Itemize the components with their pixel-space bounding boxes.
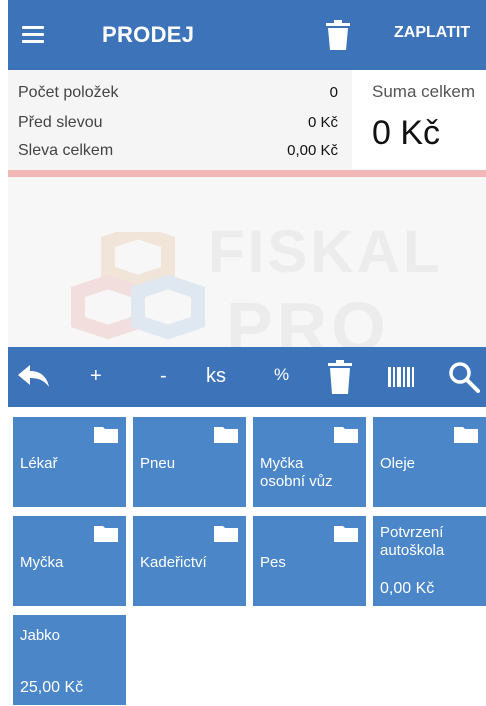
folder-icon (214, 427, 238, 443)
tile-label: Pes (260, 554, 286, 571)
quantity-button[interactable]: ks (206, 365, 226, 388)
items-count-value: 0 (329, 84, 338, 101)
product-tile[interactable]: Potvrzení autoškola 0,00 Kč (373, 516, 486, 606)
tile-label: Myčka (20, 554, 64, 571)
folder-icon (94, 526, 118, 542)
search-icon[interactable] (448, 361, 480, 399)
tile-label: Jabko (20, 627, 61, 644)
hamburger-menu-icon[interactable] (22, 24, 46, 46)
items-count-row: Počet položek 0 (18, 84, 338, 102)
app-frame: PRODEJ ZAPLATIT Počet položek 0 Před sle… (8, 0, 486, 706)
tile-label: Lékař (20, 455, 58, 472)
folder-icon (454, 427, 478, 443)
back-arrow-icon[interactable] (18, 363, 50, 395)
folder-icon (214, 526, 238, 542)
category-tile[interactable]: Kadeřictví (133, 516, 246, 606)
discount-total-row: Sleva celkem 0,00 Kč (18, 142, 338, 160)
folder-icon (334, 427, 358, 443)
tile-label: Potvrzení autoškola (380, 524, 445, 559)
percent-button[interactable]: % (274, 365, 289, 385)
before-discount-label: Před slevou (18, 114, 103, 131)
discount-total-label: Sleva celkem (18, 142, 114, 159)
trash-icon[interactable] (326, 20, 350, 50)
category-tile[interactable]: Pes (253, 516, 366, 606)
summary-details: Počet položek 0 Před slevou 0 Kč Sleva c… (8, 70, 352, 170)
tile-label: Oleje (380, 455, 416, 472)
barcode-icon[interactable] (388, 367, 414, 393)
total-value: 0 Kč (372, 114, 441, 152)
product-grid: Lékař Pneu Myčka osobní vůz Oleje Myčka … (8, 407, 486, 706)
before-discount-row: Před slevou 0 Kč (18, 114, 338, 132)
tile-price: 25,00 Kč (20, 679, 84, 696)
category-tile[interactable]: Lékař (13, 417, 126, 507)
summary-divider (8, 170, 486, 177)
plus-button[interactable]: + (90, 365, 102, 388)
category-tile[interactable]: Myčka osobní vůz (253, 417, 366, 507)
category-tile[interactable]: Pneu (133, 417, 246, 507)
discount-total-value: 0,00 Kč (287, 142, 338, 159)
fiskal-logo-icon (71, 232, 205, 340)
page-title: PRODEJ (102, 22, 195, 47)
app-bar: PRODEJ ZAPLATIT (8, 0, 486, 70)
tile-price: 0,00 Kč (380, 580, 435, 597)
category-tile[interactable]: Myčka (13, 516, 126, 606)
before-discount-value: 0 Kč (307, 114, 338, 131)
tile-label: Kadeřictví (140, 554, 207, 571)
folder-icon (94, 427, 118, 443)
total-label: Suma celkem (372, 82, 475, 101)
category-tile[interactable]: Oleje (373, 417, 486, 507)
product-tile[interactable]: Jabko 25,00 Kč (13, 615, 126, 705)
watermark-line2: PRO (226, 288, 390, 347)
folder-icon (334, 526, 358, 542)
pay-button[interactable]: ZAPLATIT (394, 24, 470, 42)
items-count-label: Počet položek (18, 84, 119, 101)
minus-button[interactable]: - (160, 365, 167, 388)
item-toolbar: + - ks % (8, 347, 486, 407)
tile-label: Pneu (140, 455, 176, 472)
sale-summary: Počet položek 0 Před slevou 0 Kč Sleva c… (8, 70, 486, 170)
toolbar-trash-icon[interactable] (328, 360, 352, 400)
tile-label: Myčka osobní vůz (260, 455, 333, 490)
cart-area: FISKAL PRO (8, 177, 486, 347)
watermark-line1: FISKAL (208, 218, 443, 285)
